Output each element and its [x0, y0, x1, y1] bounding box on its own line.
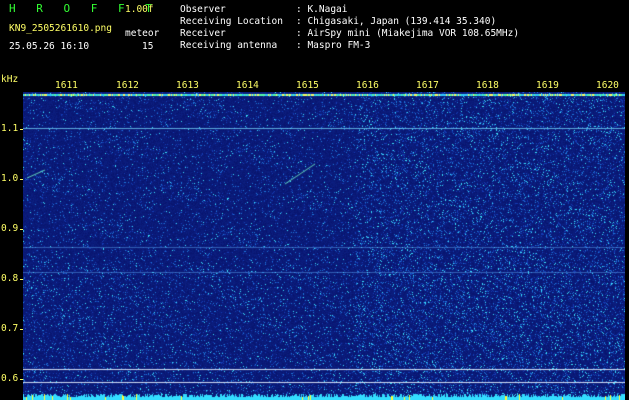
y-tick-label: 0.6: [1, 373, 19, 384]
x-tick-label: 1617: [416, 80, 439, 91]
meteor-label: meteor: [125, 28, 160, 39]
x-tick-label: 1620: [596, 80, 619, 91]
spectrogram-plot: [23, 92, 625, 400]
x-tick-label: 1611: [55, 80, 78, 91]
antenna-value: : Maspro FM-3: [296, 40, 371, 51]
location-value: : Chigasaki, Japan (139.414 35.340): [296, 16, 497, 27]
location-label: Receiving Location: [180, 16, 283, 27]
x-tick-label: 1619: [536, 80, 559, 91]
y-tick-label: 0.7: [1, 323, 19, 334]
receiver-label: Receiver: [180, 28, 226, 39]
file-name: KN9_2505261610.png: [9, 23, 112, 34]
capture-datetime: 25.05.26 16:10: [9, 41, 90, 52]
x-tick-label: 1618: [476, 80, 499, 91]
x-tick-label: 1616: [356, 80, 379, 91]
receiver-value: : AirSpy mini (Miakejima VOR 108.65MHz): [296, 28, 520, 39]
x-tick-label: 1612: [116, 80, 139, 91]
x-tick-label: 1615: [296, 80, 319, 91]
y-axis-unit: kHz: [1, 74, 19, 85]
x-tick-label: 1614: [236, 80, 259, 91]
y-tick-label: 1.1: [1, 123, 19, 134]
x-tick-label: 1613: [176, 80, 199, 91]
y-tick-label: 0.8: [1, 273, 19, 284]
app-version: 1.00f: [125, 4, 154, 15]
meteor-count: 15: [142, 41, 154, 52]
y-tick-label: 1.0: [1, 173, 19, 184]
y-tick-label: 0.9: [1, 223, 19, 234]
observer-label: Observer: [180, 4, 226, 15]
observer-value: : K.Nagai: [296, 4, 348, 15]
antenna-label: Receiving antenna: [180, 40, 278, 51]
